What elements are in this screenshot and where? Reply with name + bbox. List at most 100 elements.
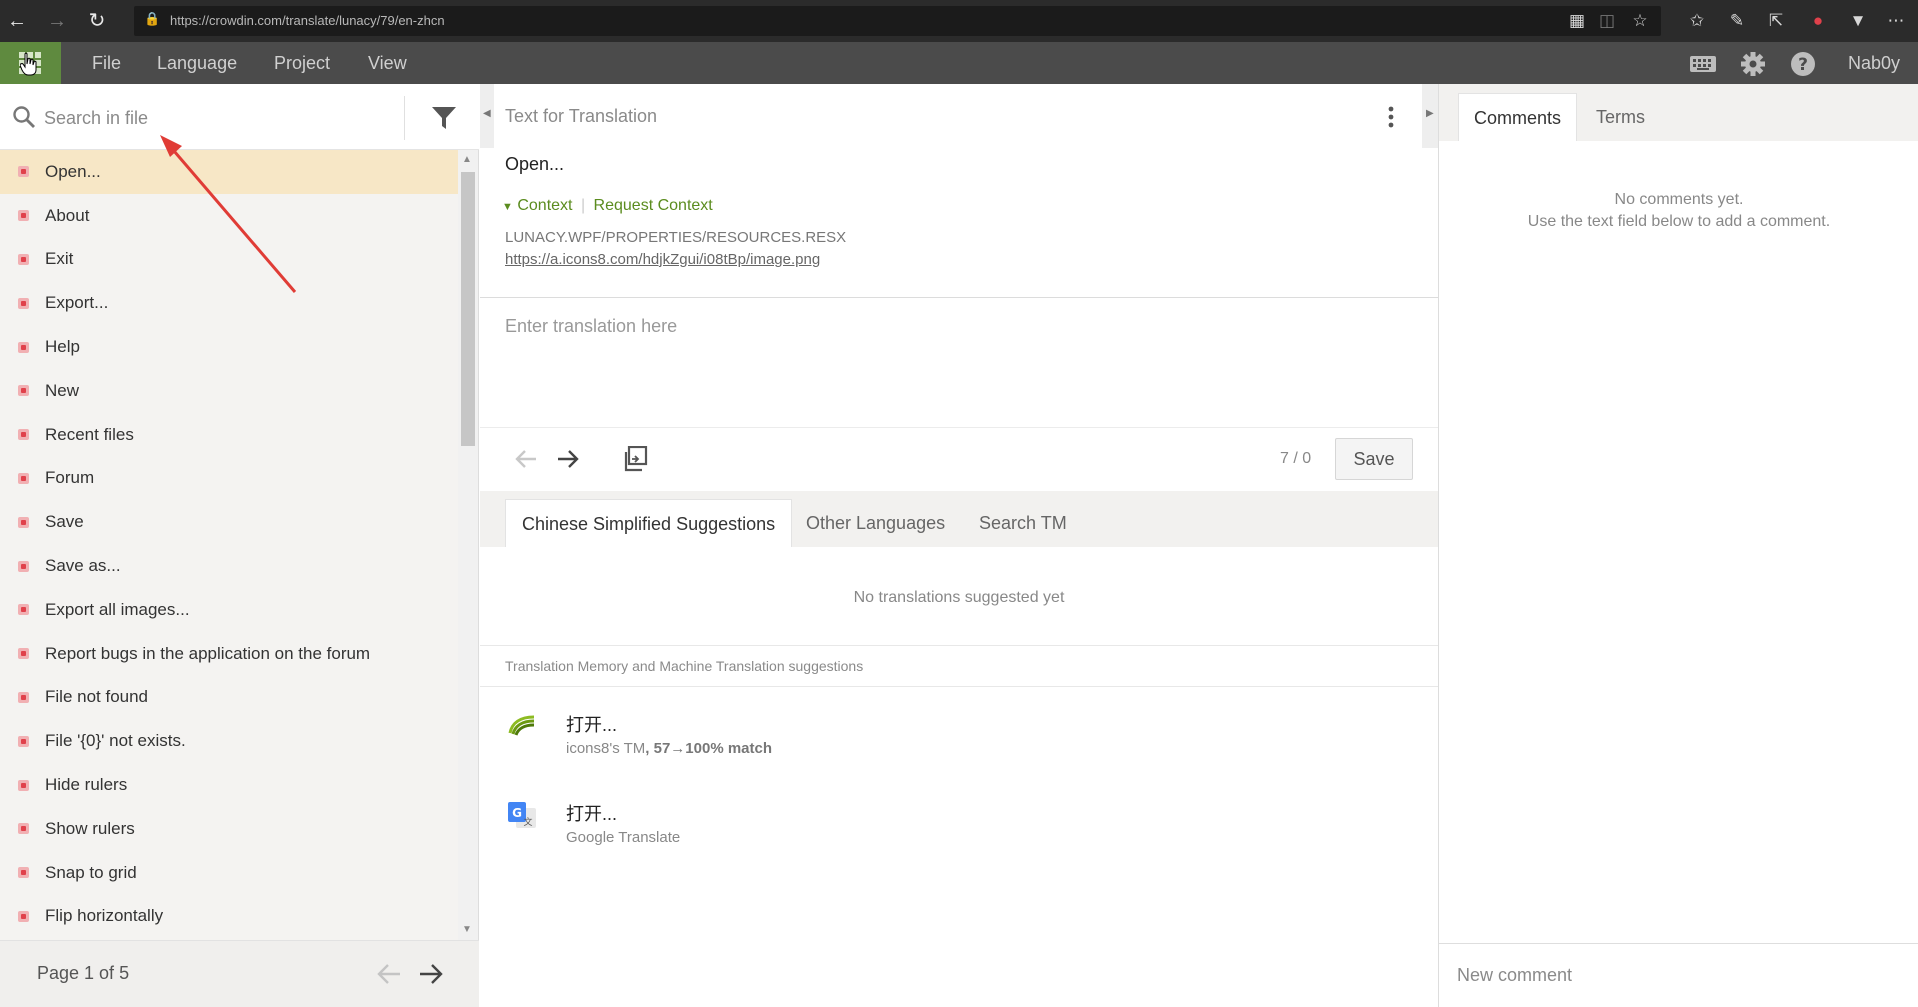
menu-view[interactable]: View [368,53,407,74]
context-row: ▼ Context | Request Context [502,197,713,215]
filter-icon[interactable] [431,105,457,131]
tm-section-header: Translation Memory and Machine Translati… [480,645,1438,687]
more-icon[interactable]: ⋯ [1884,9,1908,33]
untranslated-status-icon [18,604,29,616]
tab-search-tm[interactable]: Search TM [963,499,1083,547]
favorite-star-icon[interactable]: ☆ [1628,9,1652,33]
context-toggle[interactable]: Context [517,197,572,214]
tab-chinese-simplified-suggestions[interactable]: Chinese Simplified Suggestions [505,499,793,547]
svg-text:文: 文 [523,816,532,828]
string-list-item[interactable]: New [0,369,458,413]
collapse-right-button[interactable]: ▶ [1422,84,1438,148]
prev-page-icon[interactable] [376,962,402,986]
icons8-tm-icon [506,711,538,743]
scroll-down-icon[interactable]: ▼ [462,924,472,935]
pocket-icon[interactable]: ▼ [1846,9,1870,33]
back-icon[interactable]: ← [4,8,30,34]
string-list-item[interactable]: File not found [0,676,458,720]
string-list-item-label: About [45,205,90,225]
request-context-link[interactable]: Request Context [594,197,713,214]
tab-terms[interactable]: Terms [1581,93,1660,141]
search-input[interactable] [44,103,384,133]
comments-panel: Comments Terms No comments yet. Use the … [1438,84,1918,1007]
string-list-item-label: Snap to grid [45,862,137,882]
annotation-arrow [160,135,297,293]
search-icon [12,105,36,129]
keyboard-icon[interactable] [1689,51,1717,77]
string-list-item-label: Forum [45,468,95,488]
source-string: Open... [505,154,565,174]
untranslated-status-icon [18,385,29,397]
browser-toolbar: ← → ↻ 🔒 https://crowdin.com/translate/lu… [0,0,1918,42]
string-list-item[interactable]: Save [0,500,458,544]
svg-text:G: G [512,806,522,820]
string-list-item[interactable]: Flip horizontally [0,895,458,939]
svg-text:?: ? [1798,55,1808,75]
divider [404,96,405,140]
string-list-item[interactable]: Snap to grid [0,851,458,895]
extension-icon[interactable]: ▦ [1565,9,1589,33]
scrollbar[interactable]: ▲ ▼ [458,150,478,940]
string-list-item[interactable]: Forum [0,457,458,501]
gear-icon[interactable] [1739,51,1767,77]
app-header: File Language Project View ? Nab0y [0,42,1918,84]
pen-icon[interactable]: ✎ [1725,9,1749,33]
help-icon[interactable]: ? [1789,51,1817,77]
copy-source-icon[interactable] [622,446,648,472]
string-list-item-label: Recent files [45,424,134,444]
save-button[interactable]: Save [1335,438,1413,480]
mt-suggestion[interactable]: G 文 打开... Google Translate [480,786,1438,876]
google-translate-icon: G 文 [506,800,538,832]
string-list-item[interactable]: Hide rulers [0,763,458,807]
string-list-item[interactable]: Save as... [0,544,458,588]
untranslated-status-icon [18,210,29,222]
string-list-item[interactable]: Report bugs in the application on the fo… [0,632,458,676]
untranslated-status-icon [18,341,29,353]
chevron-right-icon: ▶ [1426,108,1434,119]
tm-suggestion[interactable]: 打开... icons8's TM, 57→100% match [480,697,1438,787]
menu-file[interactable]: File [92,53,121,74]
reading-view-icon[interactable]: ◫ [1595,9,1619,33]
share-icon[interactable]: ⇱ [1764,9,1788,33]
right-tabs: Comments Terms [1439,84,1918,141]
scrollbar-thumb[interactable] [461,172,475,446]
editor-panel: ◀ ▶ Text for Translation Open... ▼ Conte… [480,84,1438,1007]
string-list-item[interactable]: Show rulers [0,807,458,851]
favorites-list-icon[interactable]: ✩ [1685,9,1709,33]
menu-language[interactable]: Language [157,53,237,74]
tab-other-languages[interactable]: Other Languages [790,499,961,547]
string-list-item-label: Save [45,512,84,532]
menu-project[interactable]: Project [274,53,330,74]
scroll-up-icon[interactable]: ▲ [462,154,472,165]
string-list-item-label: File not found [45,687,149,707]
string-list-item[interactable]: File '{0}' not exists. [0,719,458,763]
string-list-item[interactable]: Help [0,325,458,369]
lock-icon: 🔒 [144,11,161,26]
translation-input[interactable] [480,298,1438,426]
url-text[interactable]: https://crowdin.com/translate/lunacy/79/… [170,13,445,28]
reload-icon[interactable]: ↻ [84,8,110,34]
untranslated-status-icon [18,823,29,835]
user-menu[interactable]: Nab0y [1848,53,1900,74]
caret-down-icon[interactable]: ▼ [502,201,513,213]
string-list-item-label: Flip horizontally [45,906,164,926]
string-list-item[interactable]: Recent files [0,413,458,457]
tm-header-label: Translation Memory and Machine Translati… [505,658,864,674]
string-list-item-label: Show rulers [45,818,135,838]
collapse-left-button[interactable]: ◀ [480,84,494,148]
forward-icon[interactable]: → [44,8,70,34]
arrow-right-icon[interactable] [556,448,580,470]
arrow-left-icon[interactable] [514,448,538,470]
context-image-link[interactable]: https://a.icons8.com/hdjkZgui/i08tBp/ima… [505,251,820,268]
next-page-icon[interactable] [418,962,444,986]
more-vertical-icon[interactable] [1387,106,1395,128]
untranslated-status-icon [18,253,29,265]
string-list-item[interactable]: Export all images... [0,588,458,632]
address-bar[interactable]: 🔒 https://crowdin.com/translate/lunacy/7… [134,6,1661,36]
string-list-item-label: File '{0}' not exists. [45,731,186,751]
comment-box [1439,943,1918,1007]
adblock-icon[interactable]: ● [1806,9,1830,33]
tab-comments[interactable]: Comments [1458,93,1578,141]
string-list-item-label: Hide rulers [45,775,128,795]
comment-input[interactable] [1457,960,1897,990]
